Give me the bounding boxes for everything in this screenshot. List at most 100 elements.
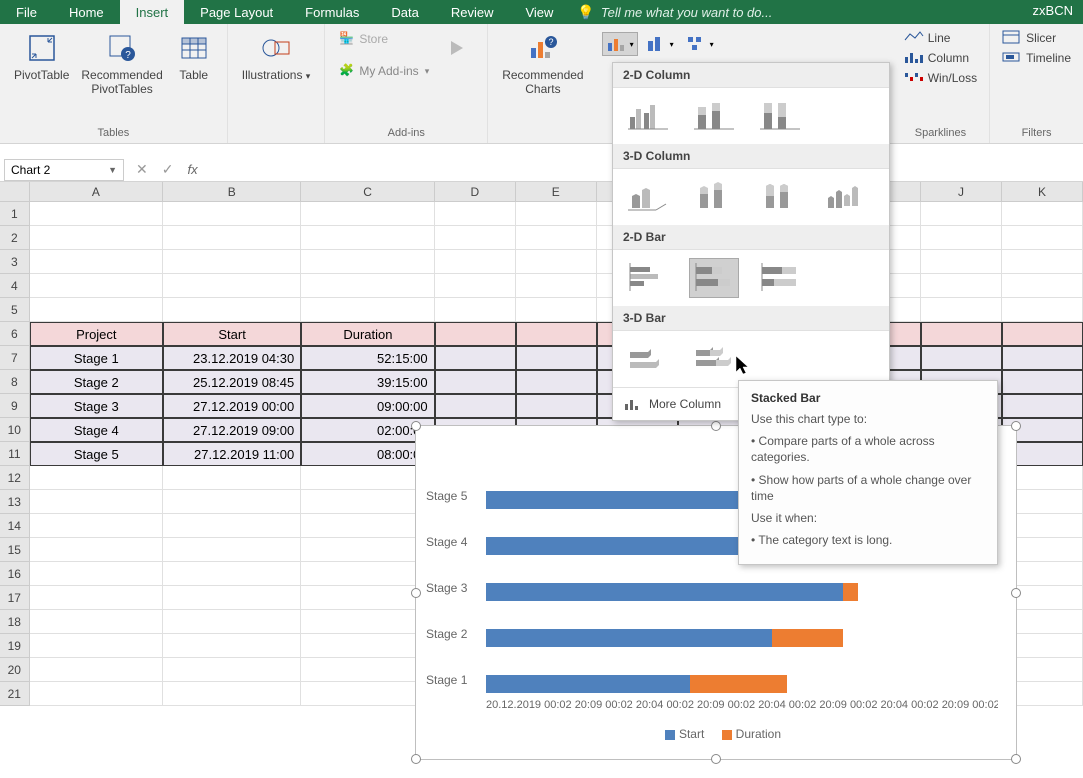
cell-B15[interactable]	[163, 538, 301, 562]
chart-handle-n[interactable]	[711, 421, 721, 431]
cell-E6[interactable]	[516, 322, 597, 346]
cell-B17[interactable]	[163, 586, 301, 610]
row-header-7[interactable]: 7	[0, 346, 30, 370]
tab-page-layout[interactable]: Page Layout	[184, 0, 289, 24]
clustered-bar-option[interactable]	[623, 258, 673, 298]
chart-handle-e[interactable]	[1011, 588, 1021, 598]
tell-me-input[interactable]	[601, 5, 801, 20]
recommended-charts-button[interactable]: ? Recommended Charts	[496, 28, 589, 101]
3d-column-option[interactable]	[821, 177, 871, 217]
column-chart-dropdown[interactable]: ▾	[602, 32, 638, 56]
cell-C9[interactable]: 09:00:00	[301, 394, 434, 418]
tab-view[interactable]: View	[509, 0, 569, 24]
cell-E2[interactable]	[516, 226, 597, 250]
cell-K1[interactable]	[1002, 202, 1083, 226]
cell-B9[interactable]: 27.12.2019 00:00	[163, 394, 301, 418]
cell-B6[interactable]: Start	[163, 322, 301, 346]
row-header-5[interactable]: 5	[0, 298, 30, 322]
row-header-12[interactable]: 12	[0, 466, 30, 490]
cell-B21[interactable]	[163, 682, 301, 706]
cell-K4[interactable]	[1002, 274, 1083, 298]
cell-D5[interactable]	[435, 298, 516, 322]
cell-B10[interactable]: 27.12.2019 09:00	[163, 418, 301, 442]
cell-D4[interactable]	[435, 274, 516, 298]
tab-data[interactable]: Data	[375, 0, 434, 24]
row-header-6[interactable]: 6	[0, 322, 30, 346]
cell-J4[interactable]	[921, 274, 1002, 298]
chart-handle-s[interactable]	[711, 754, 721, 764]
cell-B13[interactable]	[163, 490, 301, 514]
row-header-10[interactable]: 10	[0, 418, 30, 442]
cell-K5[interactable]	[1002, 298, 1083, 322]
name-box[interactable]: Chart 2 ▼	[4, 159, 124, 181]
3d-stacked-bar-option[interactable]	[689, 339, 739, 379]
cell-K6[interactable]	[1002, 322, 1083, 346]
cell-K9[interactable]	[1002, 394, 1083, 418]
col-header-A[interactable]: A	[30, 182, 163, 201]
sparkline-line-button[interactable]: Line	[900, 28, 955, 48]
tab-home[interactable]: Home	[53, 0, 120, 24]
tab-file[interactable]: File	[0, 0, 53, 24]
cell-A16[interactable]	[30, 562, 163, 586]
cell-D9[interactable]	[435, 394, 516, 418]
cell-A12[interactable]	[30, 466, 163, 490]
chart-handle-se[interactable]	[1011, 754, 1021, 764]
hierarchy-chart-dropdown[interactable]: ▾	[682, 32, 718, 56]
cell-C3[interactable]	[301, 250, 434, 274]
sparkline-column-button[interactable]: Column	[900, 48, 973, 68]
col-header-K[interactable]: K	[1002, 182, 1083, 201]
cell-A2[interactable]	[30, 226, 163, 250]
cell-A14[interactable]	[30, 514, 163, 538]
clustered-column-option[interactable]	[623, 96, 673, 136]
cell-B5[interactable]	[163, 298, 301, 322]
cell-J3[interactable]	[921, 250, 1002, 274]
cell-B11[interactable]: 27.12.2019 11:00	[163, 442, 301, 466]
cell-E7[interactable]	[516, 346, 597, 370]
cell-K2[interactable]	[1002, 226, 1083, 250]
tab-formulas[interactable]: Formulas	[289, 0, 375, 24]
row-header-1[interactable]: 1	[0, 202, 30, 226]
cell-B8[interactable]: 25.12.2019 08:45	[163, 370, 301, 394]
cell-K8[interactable]	[1002, 370, 1083, 394]
cell-E3[interactable]	[516, 250, 597, 274]
row-header-3[interactable]: 3	[0, 250, 30, 274]
cell-A5[interactable]	[30, 298, 163, 322]
chart-bar-stage-1[interactable]: Stage 1	[486, 675, 787, 693]
row-header-14[interactable]: 14	[0, 514, 30, 538]
row-header-11[interactable]: 11	[0, 442, 30, 466]
chart-handle-nw[interactable]	[411, 421, 421, 431]
cell-A7[interactable]: Stage 1	[30, 346, 163, 370]
cell-A3[interactable]	[30, 250, 163, 274]
tell-me-box[interactable]: 💡	[569, 0, 809, 24]
chart-handle-w[interactable]	[411, 588, 421, 598]
cell-J6[interactable]	[921, 322, 1002, 346]
100-stacked-bar-option[interactable]	[755, 258, 805, 298]
row-header-16[interactable]: 16	[0, 562, 30, 586]
cell-A8[interactable]: Stage 2	[30, 370, 163, 394]
cell-A19[interactable]	[30, 634, 163, 658]
cell-C7[interactable]: 52:15:00	[301, 346, 434, 370]
formula-cancel-button[interactable]: ✕	[136, 161, 148, 178]
slicer-button[interactable]: Slicer	[998, 28, 1060, 48]
cell-E4[interactable]	[516, 274, 597, 298]
select-all-corner[interactable]	[0, 182, 30, 201]
row-header-13[interactable]: 13	[0, 490, 30, 514]
cell-E8[interactable]	[516, 370, 597, 394]
row-header-4[interactable]: 4	[0, 274, 30, 298]
row-header-19[interactable]: 19	[0, 634, 30, 658]
col-header-D[interactable]: D	[435, 182, 516, 201]
cell-B18[interactable]	[163, 610, 301, 634]
bing-maps-button[interactable]	[435, 28, 479, 72]
cell-E9[interactable]	[516, 394, 597, 418]
cell-B12[interactable]	[163, 466, 301, 490]
cell-A18[interactable]	[30, 610, 163, 634]
row-header-15[interactable]: 15	[0, 538, 30, 562]
chart-handle-ne[interactable]	[1011, 421, 1021, 431]
chart-handle-sw[interactable]	[411, 754, 421, 764]
row-header-8[interactable]: 8	[0, 370, 30, 394]
pivottable-button[interactable]: PivotTable	[8, 28, 75, 86]
cell-J7[interactable]	[921, 346, 1002, 370]
fx-button[interactable]: fx	[187, 162, 197, 177]
cell-B19[interactable]	[163, 634, 301, 658]
col-header-C[interactable]: C	[301, 182, 434, 201]
